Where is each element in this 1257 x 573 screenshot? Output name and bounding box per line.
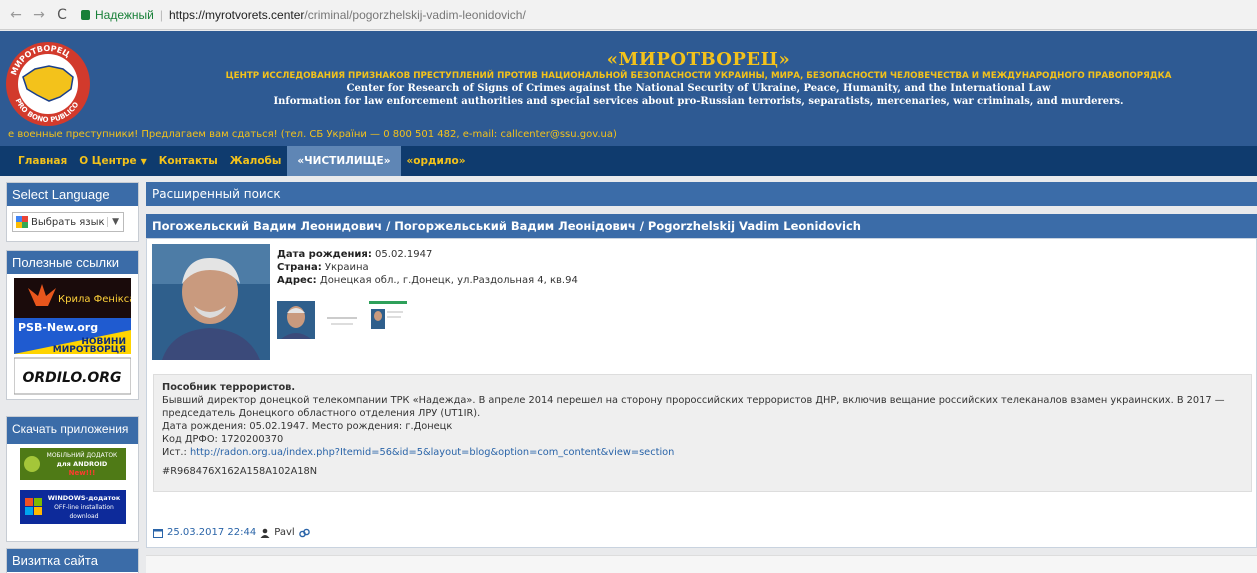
source-label: Ист.: — [162, 447, 187, 458]
record-hash: #R968476X162A158A102A18N — [162, 466, 318, 477]
header-titles: «МИРОТВОРЕЦ» ЦЕНТР ИССЛЕДОВАНИЯ ПРИЗНАКО… — [140, 49, 1257, 107]
menu-item-ordilo[interactable]: «ордило» — [401, 146, 472, 176]
country-label: Страна: — [277, 262, 322, 273]
site-header: МИРОТВОРЕЦ PRO BONO PUBLICO «МИРОТВОРЕЦ»… — [0, 31, 1257, 146]
record-title: Погожельский Вадим Леонидович / Погоржел… — [152, 219, 861, 233]
description-box: Пособник террористов. Бывший директор до… — [153, 374, 1252, 492]
svg-text:PSB-New.org: PSB-New.org — [18, 321, 98, 334]
user-icon — [260, 528, 270, 538]
google-translate-icon — [16, 216, 28, 228]
person-info: Дата рождения: 05.02.1947 Страна: Украин… — [277, 248, 578, 287]
language-heading: Select Language — [7, 183, 138, 206]
address-value: Донецкая обл., г.Донецк, ул.Раздольная 4… — [319, 275, 578, 286]
address-bar[interactable]: Надежный | https://myrotvorets.center /c… — [81, 8, 526, 22]
description-lead: Пособник террористов. — [162, 382, 296, 393]
partner-banners: Крила Фенікса PSB-New.org НОВИНИ МИРОТВО… — [14, 278, 131, 395]
svg-text:ORDILO.ORG: ORDILO.ORG — [22, 370, 121, 386]
svg-text:МОБІЛЬНИЙ ДОДАТОК: МОБІЛЬНИЙ ДОДАТОК — [46, 452, 117, 459]
dob-label: Дата рождения: — [277, 249, 372, 260]
language-select[interactable]: Выбрать язык ▼ — [12, 212, 124, 232]
advanced-search-bar[interactable]: Расширенный поиск — [146, 182, 1257, 206]
news-ticker: е военные преступники! Предлагаем вам сд… — [8, 129, 617, 140]
url-separator: | — [159, 7, 163, 22]
reload-icon[interactable]: C — [55, 7, 69, 23]
site-logo[interactable]: МИРОТВОРЕЦ PRO BONO PUBLICO — [5, 39, 91, 129]
svg-text:МИРОТВОРЦЯ: МИРОТВОРЦЯ — [53, 345, 126, 355]
menu-item-purgatory[interactable]: «ЧИСТИЛИЩЕ» — [287, 146, 401, 176]
source-link[interactable]: http://radon.org.ua/index.php?Itemid=56&… — [190, 447, 674, 458]
banner-psb-new[interactable]: PSB-New.org НОВИНИ МИРОТВОРЦЯ — [14, 318, 131, 355]
person-photo[interactable] — [152, 244, 270, 360]
banner-windows-app[interactable]: WINDOWS-додаток OFF-line installation do… — [19, 490, 126, 524]
dob-row: Дата рождения: 05.02.1947 — [277, 248, 578, 261]
address-row: Адрес: Донецкая обл., г.Донецк, ул.Раздо… — [277, 274, 578, 287]
app-banners: МОБІЛЬНИЙ ДОДАТОК для ANDROID New!!! WIN… — [19, 448, 126, 524]
site-subtitle-en: Center for Research of Signs of Crimes a… — [346, 83, 1051, 94]
address-label: Адрес: — [277, 275, 317, 286]
browser-toolbar: ← → C Надежный | https://myrotvorets.cen… — [0, 0, 1257, 30]
publish-date[interactable]: 25.03.2017 22:44 — [167, 527, 256, 538]
site-subtitle: ЦЕНТР ИССЛЕДОВАНИЯ ПРИЗНАКОВ ПРЕСТУПЛЕНИ… — [225, 71, 1172, 81]
country-row: Страна: Украина — [277, 261, 578, 274]
svg-text:New!!!: New!!! — [68, 469, 95, 477]
forward-icon[interactable]: → — [32, 7, 46, 23]
svg-text:для ANDROID: для ANDROID — [56, 460, 107, 468]
site-tagline-en: Information for law enforcement authorit… — [273, 96, 1124, 107]
browser-nav: ← → C — [9, 7, 69, 23]
link-icon[interactable] — [298, 528, 310, 538]
photo-thumbnails — [277, 301, 407, 339]
record-meta: 25.03.2017 22:44 Pavl — [153, 527, 310, 538]
useful-links-heading: Полезные ссылки — [7, 251, 138, 274]
record-title-bar: Погожельский Вадим Леонидович / Погоржел… — [146, 214, 1257, 239]
description-dob: Дата рождения: 05.02.1947. Место рождени… — [162, 421, 453, 432]
description-text: Бывший директор донецкой телекомпании ТР… — [162, 395, 1225, 419]
source-row: Ист.: http://radon.org.ua/index.php?Item… — [162, 446, 1243, 459]
main-menu: Главная О Центре ▼ Контакты Жалобы «ЧИСТИ… — [0, 146, 1257, 176]
calendar-icon — [153, 528, 163, 538]
site-card-block: Визитка сайта — [6, 548, 139, 573]
language-block: Select Language Выбрать язык ▼ — [6, 182, 139, 242]
chevron-down-icon: ▼ — [107, 217, 123, 227]
thumbnail-1[interactable] — [277, 301, 315, 339]
lock-icon — [81, 9, 90, 20]
thumbnail-2[interactable] — [323, 301, 361, 339]
svg-text:WINDOWS-додаток: WINDOWS-додаток — [47, 494, 120, 502]
svg-text:download: download — [69, 513, 98, 520]
banner-krila-feniksa[interactable]: Крила Фенікса — [14, 278, 131, 318]
language-select-value: Выбрать язык — [31, 216, 105, 228]
author-name: Pavl — [274, 527, 295, 538]
advanced-search-label: Расширенный поиск — [152, 187, 281, 201]
url-host: https://myrotvorets.center — [169, 7, 305, 22]
menu-item-complaints[interactable]: Жалобы — [224, 146, 288, 176]
apps-heading: Скачать приложения — [7, 417, 138, 444]
svg-text:OFF-line installation: OFF-line installation — [54, 504, 114, 511]
chevron-down-icon: ▼ — [140, 156, 147, 166]
back-icon[interactable]: ← — [9, 7, 23, 23]
site-title: «МИРОТВОРЕЦ» — [606, 49, 791, 70]
thumbnail-3[interactable] — [369, 301, 407, 339]
menu-item-contacts[interactable]: Контакты — [153, 146, 224, 176]
record-panel: Дата рождения: 05.02.1947 Страна: Украин… — [146, 238, 1257, 548]
banner-android-app[interactable]: МОБІЛЬНИЙ ДОДАТОК для ANDROID New!!! — [19, 448, 126, 480]
description-code: Код ДРФО: 1720200370 — [162, 434, 284, 445]
menu-item-about-label: О Центре — [79, 155, 137, 167]
next-record-strip — [146, 555, 1257, 573]
menu-item-home[interactable]: Главная — [12, 146, 73, 176]
apps-block: Скачать приложения МОБІЛЬНИЙ ДОДАТОК для… — [6, 416, 139, 542]
url-path: /criminal/pogorzhelskij-vadim-leonidovic… — [304, 7, 526, 22]
useful-links-block: Полезные ссылки Крила Фенікса PSB-New.or… — [6, 250, 139, 400]
svg-text:Крила Фенікса: Крила Фенікса — [58, 293, 131, 305]
dob-value: 05.02.1947 — [375, 249, 433, 260]
secure-label: Надежный — [95, 7, 154, 22]
country-value: Украина — [324, 262, 369, 273]
site-card-heading: Визитка сайта — [7, 549, 138, 572]
menu-item-about[interactable]: О Центре ▼ — [73, 146, 153, 176]
banner-ordilo[interactable]: ORDILO.ORG — [14, 357, 131, 395]
